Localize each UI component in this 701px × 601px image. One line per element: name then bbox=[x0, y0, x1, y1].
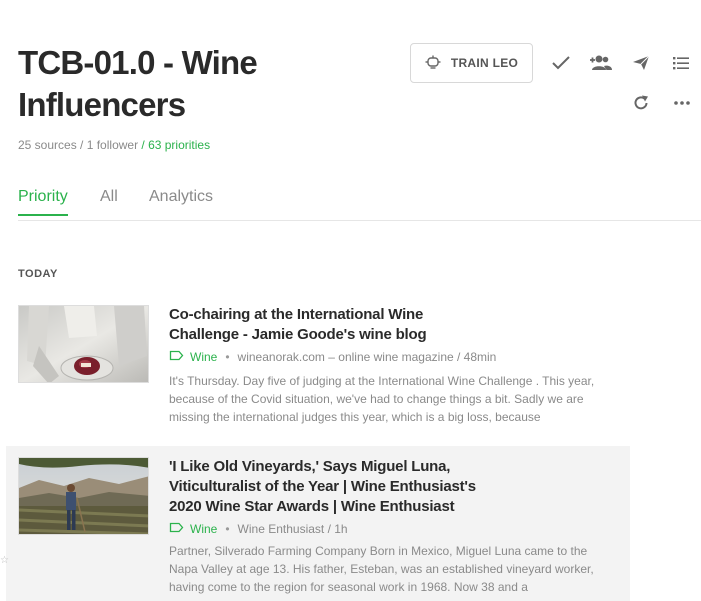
leo-robot-icon bbox=[425, 55, 441, 72]
share-button[interactable] bbox=[628, 50, 654, 76]
feed-name[interactable]: Wine bbox=[190, 522, 217, 536]
add-people-icon bbox=[590, 55, 612, 70]
train-leo-label: TRAIN LEO bbox=[450, 56, 519, 70]
feed-tag-icon bbox=[169, 522, 184, 536]
feed-name[interactable]: Wine bbox=[190, 350, 217, 364]
ellipsis-icon bbox=[674, 101, 690, 105]
meta-separator: • bbox=[225, 522, 230, 536]
feed-tag-icon bbox=[169, 350, 184, 364]
more-options-button[interactable] bbox=[669, 90, 695, 116]
add-follower-button[interactable] bbox=[588, 50, 614, 76]
tab-priority[interactable]: Priority bbox=[18, 188, 68, 216]
vineyard-portrait-image bbox=[19, 458, 148, 534]
refresh-icon bbox=[634, 95, 648, 110]
article-item[interactable]: Co-chairing at the International Wine Ch… bbox=[6, 296, 630, 442]
feed-page: TCB-01.0 - Wine Influencers 25 sources /… bbox=[0, 0, 701, 601]
article-source[interactable]: wineanorak.com – online wine magazine / … bbox=[238, 350, 497, 364]
list-view-button[interactable] bbox=[668, 50, 694, 76]
train-leo-button[interactable]: TRAIN LEO bbox=[410, 43, 533, 83]
article-item[interactable]: 'I Like Old Vineyards,' Says Miguel Luna… bbox=[6, 446, 630, 601]
tab-analytics[interactable]: Analytics bbox=[149, 188, 213, 214]
section-today-label: TODAY bbox=[18, 268, 58, 280]
article-title[interactable]: 'I Like Old Vineyards,' Says Miguel Luna… bbox=[169, 457, 489, 517]
wine-glass-image bbox=[19, 306, 148, 382]
pin-edge-icon[interactable]: ☆ bbox=[0, 555, 9, 573]
feed-tabs: Priority All Analytics bbox=[18, 188, 701, 221]
list-icon bbox=[673, 57, 689, 70]
page-title: TCB-01.0 - Wine Influencers bbox=[18, 44, 258, 123]
mark-as-read-button[interactable] bbox=[548, 50, 574, 76]
article-meta: Wine • wineanorak.com – online wine maga… bbox=[169, 350, 496, 364]
article-thumbnail[interactable] bbox=[18, 305, 149, 383]
sources-count[interactable]: 25 sources bbox=[18, 138, 77, 152]
priorities-link[interactable]: / 63 priorities bbox=[138, 138, 210, 152]
article-title[interactable]: Co-chairing at the International Wine Ch… bbox=[169, 305, 489, 345]
tab-all[interactable]: All bbox=[100, 188, 118, 214]
article-thumbnail[interactable] bbox=[18, 457, 149, 535]
article-summary: It's Thursday. Day five of judging at th… bbox=[169, 374, 595, 424]
article-source[interactable]: Wine Enthusiast / 1h bbox=[238, 522, 348, 536]
checkmark-icon bbox=[552, 56, 570, 70]
article-meta: Wine • Wine Enthusiast / 1h bbox=[169, 522, 348, 536]
refresh-button[interactable] bbox=[628, 90, 654, 116]
meta-separator: • bbox=[225, 350, 230, 364]
stats-separator: / bbox=[76, 138, 87, 152]
followers-count[interactable]: 1 follower bbox=[87, 138, 138, 152]
send-icon bbox=[633, 55, 650, 70]
article-summary: Partner, Silverado Farming Company Born … bbox=[169, 544, 594, 594]
feed-stats: 25 sources / 1 follower / 63 priorities bbox=[18, 138, 210, 152]
